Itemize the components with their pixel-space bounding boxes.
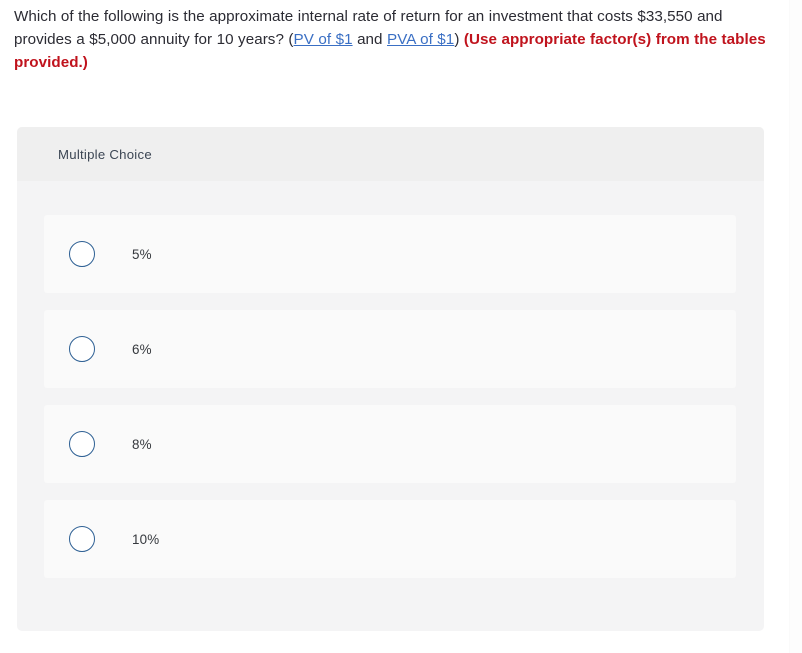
question-text-part-2: ) [454,31,464,48]
radio-button-icon[interactable] [69,241,95,267]
multiple-choice-panel: Multiple Choice 5% 6% 8% 10% [17,127,764,631]
radio-button-icon[interactable] [69,336,95,362]
multiple-choice-header: Multiple Choice [17,127,764,181]
question-prompt: Which of the following is the approximat… [14,5,766,74]
radio-button-icon[interactable] [69,526,95,552]
multiple-choice-options-list: 5% 6% 8% 10% [17,181,764,578]
answer-option-4[interactable]: 10% [44,500,736,578]
answer-option-label: 8% [132,436,152,452]
page-scrollbar[interactable] [789,0,802,653]
pv-of-1-link[interactable]: PV of $1 [294,31,353,48]
answer-option-label: 5% [132,246,152,262]
answer-option-1[interactable]: 5% [44,215,736,293]
pva-of-1-link[interactable]: PVA of $1 [387,31,454,48]
answer-option-label: 10% [132,531,160,547]
answer-option-label: 6% [132,341,152,357]
question-conjunction: and [352,31,388,48]
radio-button-icon[interactable] [69,431,95,457]
answer-option-3[interactable]: 8% [44,405,736,483]
answer-option-2[interactable]: 6% [44,310,736,388]
multiple-choice-header-label: Multiple Choice [58,146,152,162]
